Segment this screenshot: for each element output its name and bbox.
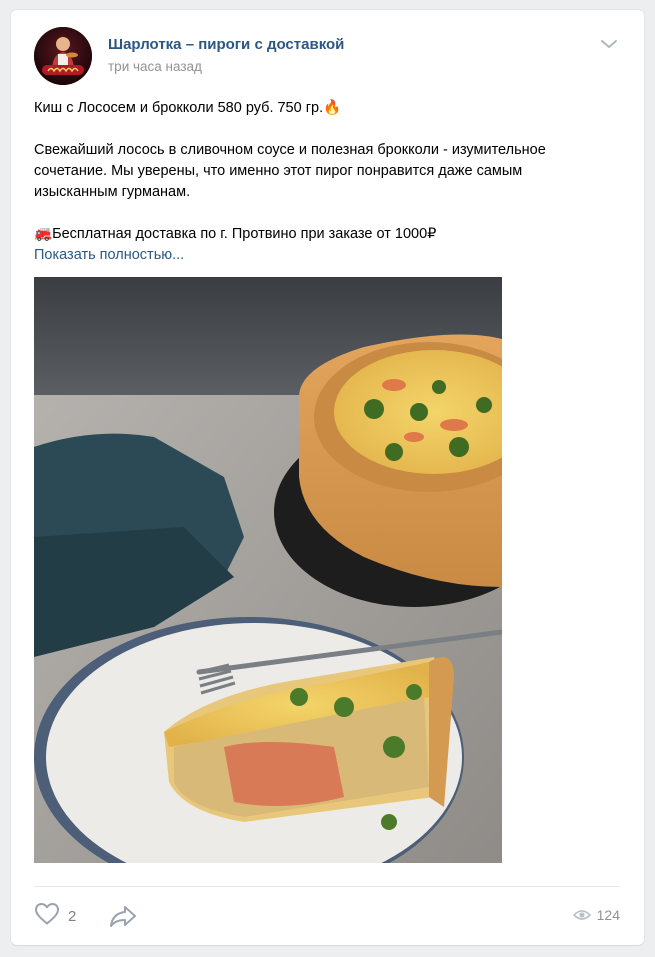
post-body-line: сочетание. Мы уверены, что именно этот п… [34,163,523,179]
like-count: 2 [68,907,77,925]
views-counter: 124 [572,907,620,923]
chevron-down-icon[interactable] [599,36,619,52]
truck-icon: 🚒 [34,226,53,242]
delivery-line: 🚒Бесплатная доставка по г. Протвино при … [34,226,437,242]
eye-icon [572,910,591,920]
share-arrow-icon [108,906,138,933]
post-title-line: Киш с Лососем и брокколи 580 руб. 750 гр… [34,100,342,116]
post-photo[interactable] [34,277,502,863]
share-button[interactable] [108,903,138,929]
views-count: 124 [596,907,620,923]
post-card: Шарлотка – пироги с доставкой три часа н… [11,10,644,945]
avatar[interactable] [34,27,92,85]
post-text: Киш с Лососем и брокколи 580 руб. 750 гр… [34,98,614,266]
post-body-line: Свежайший лосось в сливочном соусе и пол… [34,142,546,158]
post-time[interactable]: три часа назад [108,59,202,74]
author-link[interactable]: Шарлотка – пироги с доставкой [108,36,344,53]
avatar-logo [34,27,92,85]
show-more-link[interactable]: Показать полностью... [34,245,184,266]
like-button[interactable]: 2 [34,902,77,931]
divider [34,886,620,887]
fire-icon: 🔥 [323,100,342,116]
heart-icon [34,902,60,931]
post-body-line: изысканным гурманам. [34,184,191,200]
